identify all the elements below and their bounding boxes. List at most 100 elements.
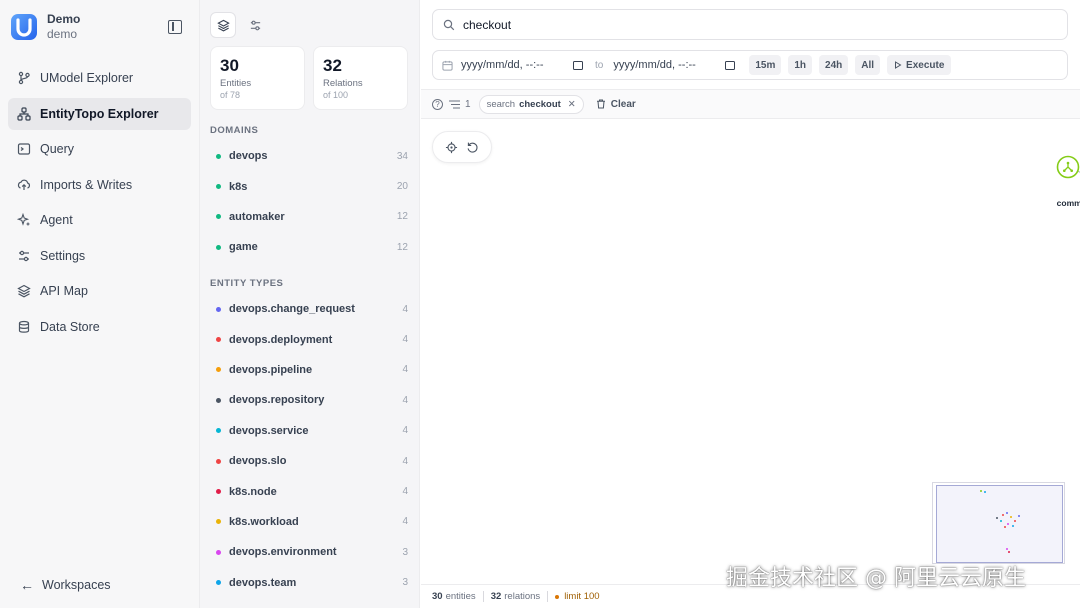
calendar-icon[interactable] (725, 60, 736, 70)
entity-type-item[interactable]: devops.service 4 (210, 416, 410, 446)
entity-type-item[interactable]: devops.deployment 4 (210, 324, 410, 354)
domain-color-dot (216, 214, 221, 220)
entity-type-count: 4 (402, 486, 408, 498)
status-limit: limit 100 (555, 591, 600, 602)
entity-type-item[interactable]: k8s.node 4 (210, 476, 410, 506)
brand-name: Demo (47, 12, 81, 26)
to-datetime-input[interactable]: yyyy/mm/dd, --:-- (613, 59, 736, 71)
remove-filter-icon[interactable]: ✕ (568, 99, 576, 110)
calendar-icon[interactable] (573, 60, 583, 70)
nav-label: Imports & Writes (40, 177, 133, 192)
filter-list-icon (449, 99, 460, 109)
graph-minimap[interactable] (932, 482, 1065, 564)
entity-type-item[interactable]: devops.pipeline 4 (210, 355, 410, 385)
layers-view-button[interactable] (210, 12, 236, 38)
entity-type-item[interactable]: devops.repository 4 (210, 385, 410, 415)
reset-icon[interactable] (466, 141, 479, 154)
locate-icon[interactable] (445, 141, 458, 154)
layers-icon (216, 19, 230, 32)
execute-button[interactable]: Execute (887, 55, 952, 75)
domain-color-dot (216, 153, 221, 159)
nav-item-umodel-explorer[interactable]: UModel Explorer (8, 62, 191, 94)
nav-item-imports-writes[interactable]: Imports & Writes (8, 169, 191, 201)
entity-type-item[interactable]: devops.environment 3 (210, 537, 410, 567)
nav-item-data-store[interactable]: Data Store (8, 311, 191, 343)
entity-type-item[interactable]: devops.change_request 4 (210, 294, 410, 324)
nav-item-settings[interactable]: Settings (8, 240, 191, 272)
brand-workspace: demo (47, 27, 78, 41)
nav-label: API Map (40, 284, 88, 298)
domain-item[interactable]: k8s 20 (210, 171, 410, 201)
domain-count: 34 (396, 150, 408, 162)
entity-type-label: devops.deployment (229, 333, 333, 346)
filter-tag-key: search (486, 98, 516, 110)
entity-type-color-dot (216, 428, 221, 434)
preset-all-button[interactable]: All (855, 55, 881, 75)
database-icon (17, 320, 31, 334)
entity-type-item[interactable]: k8s.workload 4 (210, 507, 410, 537)
nav-item-entitytopo-explorer[interactable]: EntityTopo Explorer (8, 97, 191, 130)
entities-total: of 78 (220, 90, 241, 100)
domain-item[interactable]: devops 34 (210, 141, 410, 171)
topology-icon (17, 106, 31, 121)
entities-stat-card: 30 Entities of 78 (210, 46, 305, 110)
limit-label: limit 100 (564, 591, 600, 602)
entity-type-label: devops.slo (229, 455, 287, 468)
limit-dot (555, 594, 560, 599)
from-datetime-input[interactable]: yyyy/mm/dd, --:-- (453, 59, 583, 71)
main-nav: UModel Explorer EntityTopo Explorer Quer… (8, 62, 191, 346)
entity-type-count: 3 (402, 577, 408, 589)
collapse-sidebar-icon[interactable] (168, 20, 182, 34)
clear-label: Clear (610, 98, 636, 110)
preset-1h-button[interactable]: 1h (788, 55, 813, 75)
entity-type-item[interactable]: devops.slo 4 (210, 446, 410, 476)
watermark: 掘金技术社区 @ 阿里云云原生 (726, 566, 1026, 591)
minimap-nodes (980, 490, 1020, 553)
nav-item-agent[interactable]: Agent (8, 204, 191, 236)
entity-type-label: devops.pipeline (229, 363, 313, 376)
search-input[interactable] (463, 17, 1023, 32)
entity-types-list: devops.change_request 4 devops.deployment… (210, 294, 410, 598)
preset-15m-button[interactable]: 15m (749, 55, 782, 75)
filter-count-value: 1 (465, 98, 471, 110)
nav-item-api-map[interactable]: API Map (8, 275, 191, 307)
pipeline-node-icon[interactable] (1056, 155, 1080, 179)
domain-label: automaker (229, 210, 285, 223)
preset-24h-button[interactable]: 24h (819, 55, 849, 75)
clear-filters-button[interactable]: Clear (596, 99, 636, 110)
domains-list: devops 34 k8s 20 automaker 12 game 12 (210, 141, 410, 263)
sliders-icon (17, 249, 31, 263)
entity-type-label: k8s.workload (229, 515, 299, 528)
entity-type-count: 4 (402, 334, 408, 346)
entity-type-item[interactable]: devops.team 3 (210, 568, 410, 598)
layers-icon (17, 284, 31, 298)
filter-tag-search[interactable]: search checkout ✕ (478, 94, 584, 114)
app-window: Demo demo UModel Explorer EntityTopo Exp… (0, 0, 1080, 608)
time-range-bar: yyyy/mm/dd, --:-- to yyyy/mm/dd, --:-- 1… (432, 50, 1068, 80)
status-relations-count: 32 (490, 591, 502, 602)
domain-item[interactable]: automaker 12 (210, 202, 410, 232)
filter-count: 1 (449, 99, 471, 110)
workspaces-link[interactable]: ← Workspaces (20, 577, 111, 593)
workspace-switcher[interactable]: Demo demo (10, 12, 80, 41)
domain-count: 20 (396, 181, 408, 193)
filter-settings-button[interactable] (242, 12, 268, 38)
nav-item-query[interactable]: Query (8, 133, 191, 165)
entity-type-label: devops.team (229, 576, 297, 589)
entity-type-label: devops.repository (229, 394, 325, 407)
relations-stat-card: 32 Relations of 100 (313, 46, 408, 110)
search-icon (443, 19, 455, 30)
domain-label: k8s (229, 180, 248, 193)
domain-count: 12 (396, 241, 408, 253)
relations-label: Relations (323, 78, 363, 89)
domains-heading: DOMAINS (210, 125, 259, 136)
domain-color-dot (216, 184, 221, 190)
nav-label: Agent (40, 213, 73, 227)
sliders-icon (250, 20, 260, 30)
nav-label: UModel Explorer (40, 71, 134, 85)
help-icon[interactable]: ? (432, 98, 443, 110)
entity-type-color-dot (216, 458, 221, 464)
domain-item[interactable]: game 12 (210, 232, 410, 262)
arrow-left-icon: ← (20, 577, 34, 593)
nav-label: Settings (40, 248, 86, 263)
